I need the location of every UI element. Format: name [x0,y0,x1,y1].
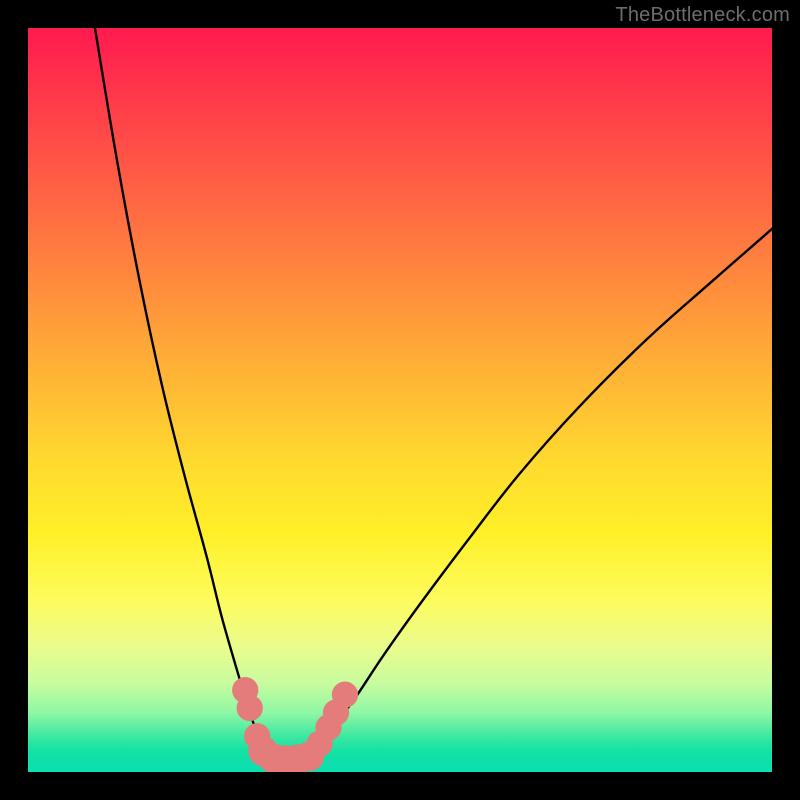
chart-frame: TheBottleneck.com [0,0,800,800]
marker-point [332,681,358,707]
plot-area [28,28,772,772]
attribution-text: TheBottleneck.com [615,4,790,27]
bottleneck-curve [95,28,772,761]
curve-layer [28,28,772,772]
marker-point [237,695,263,721]
highlighted-points [232,677,358,772]
